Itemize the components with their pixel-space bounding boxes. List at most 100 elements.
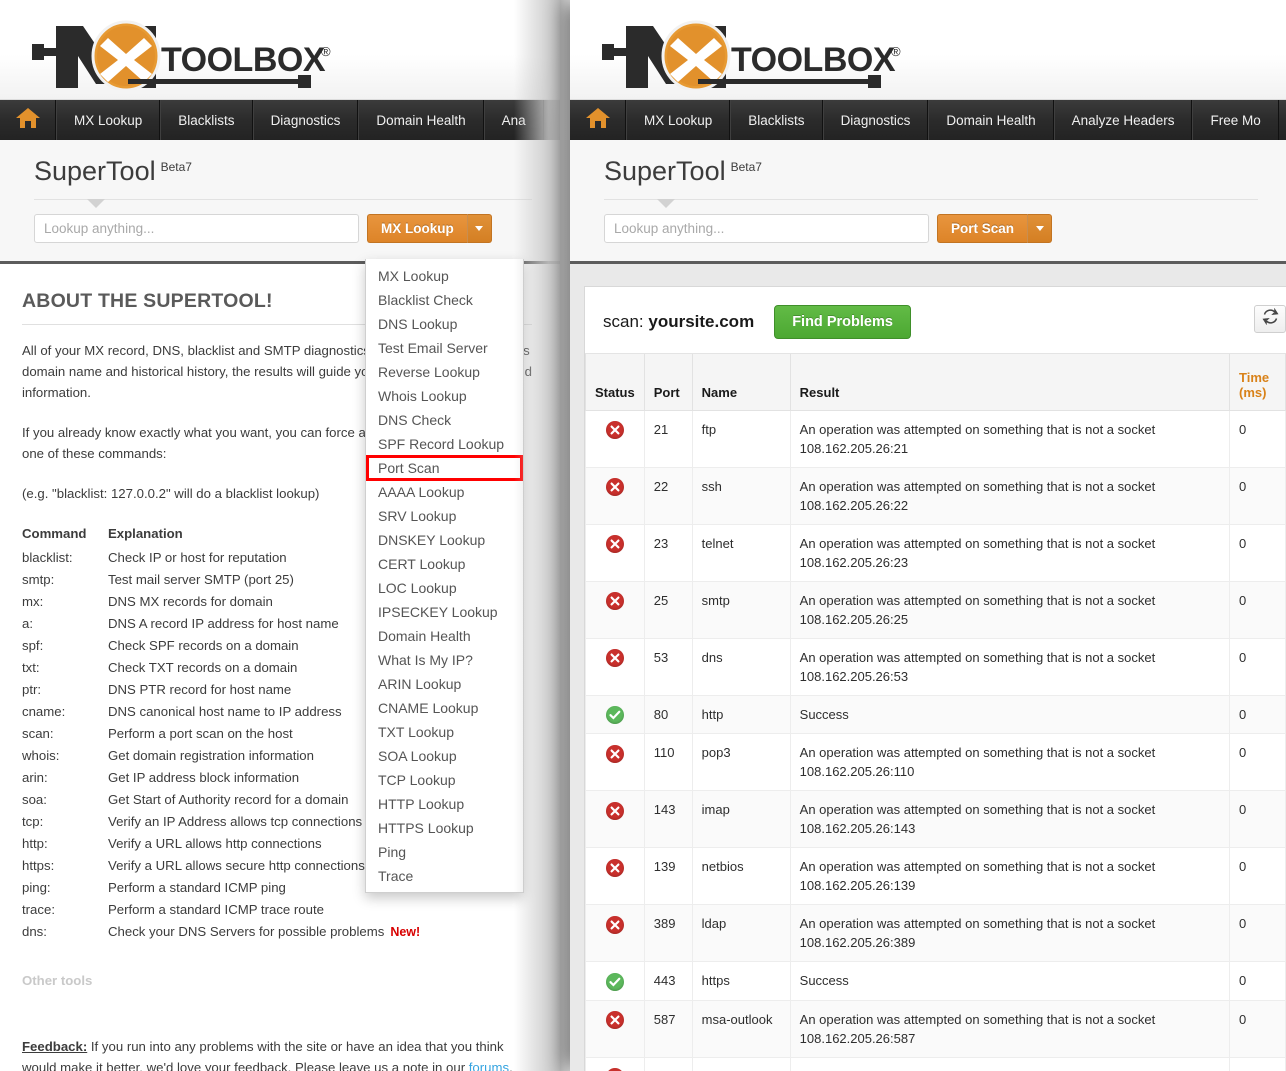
site-header-left: TOOLBOX ® <box>0 0 560 100</box>
result-message: An operation was attempted on something … <box>799 421 1156 437</box>
lookup-action-button[interactable]: MX Lookup <box>367 214 467 243</box>
result-cell: An operation was attempted on something … <box>789 523 1231 582</box>
nav-item-blacklists[interactable]: Blacklists <box>160 100 253 140</box>
nav-label: Analyze Headers <box>1071 112 1175 128</box>
table-row[interactable]: 53 dns An operation was attempted on somet… <box>585 637 1286 696</box>
dropdown-item-what-is-my-ip[interactable]: What Is My IP? <box>366 648 523 672</box>
dropdown-item-dns-check[interactable]: DNS Check <box>366 408 523 432</box>
main-navigation-left[interactable]: MX Lookup Blacklists Diagnostics Domain … <box>0 100 560 140</box>
feedback-block: Feedback: If you run into any problems w… <box>22 1036 532 1071</box>
table-row[interactable]: 143 imap An operation was attempted on som… <box>585 790 1286 849</box>
table-row[interactable]: 110 pop3 An operation was attempted on som… <box>585 733 1286 792</box>
result-cell: Success <box>789 961 1231 1001</box>
table-row[interactable]: 21 ftp An operation was attempted on somet… <box>585 409 1286 468</box>
result-endpoint: 108.162.205.26:23 <box>799 554 909 570</box>
home-icon <box>585 107 611 134</box>
port-scan-button[interactable]: Port Scan <box>937 214 1028 243</box>
command-row: dns: Check your DNS Servers for possible … <box>22 921 532 943</box>
command-name: trace: <box>22 902 55 917</box>
svg-text:TOOLBOX: TOOLBOX <box>161 41 326 79</box>
dropdown-item-soa-lookup[interactable]: SOA Lookup <box>366 744 523 768</box>
results-area: scan: yoursite.com Find Problems Status … <box>570 264 1286 1071</box>
dropdown-item-blacklist-check[interactable]: Blacklist Check <box>366 288 523 312</box>
beta-tag: Beta7 <box>730 160 762 174</box>
dropdown-item-mx-lookup[interactable]: MX Lookup <box>366 264 523 288</box>
dropdown-item-test-email-server[interactable]: Test Email Server <box>366 336 523 360</box>
dropdown-item-http-lookup[interactable]: HTTP Lookup <box>366 792 523 816</box>
result-message: Success <box>799 706 849 722</box>
dropdown-item-dnskey-lookup[interactable]: DNSKEY Lookup <box>366 528 523 552</box>
nav-item-mx-lookup[interactable]: MX Lookup <box>56 100 161 140</box>
result-message: An operation was attempted on something … <box>799 745 1156 761</box>
command-explanation: Check TXT records on a domain <box>108 660 298 675</box>
dropdown-item-cname-lookup[interactable]: CNAME Lookup <box>366 696 523 720</box>
nav-item-free-monitoring-right[interactable]: Free Mo <box>1192 100 1279 140</box>
lookup-dropdown-toggle[interactable] <box>466 214 492 243</box>
nav-item-mx-lookup-right[interactable]: MX Lookup <box>626 100 731 140</box>
nav-item-analyze-headers-right[interactable]: Analyze Headers <box>1053 100 1193 140</box>
dropdown-item-tcp-lookup[interactable]: TCP Lookup <box>366 768 523 792</box>
main-navigation-right[interactable]: MX Lookup Blacklists Diagnostics Domain … <box>570 100 1286 140</box>
status-cell <box>585 1056 645 1071</box>
table-row[interactable]: 139 netbios An operation was attempted on … <box>585 847 1286 906</box>
table-row[interactable]: 25 smtp An operation was attempted on some… <box>585 580 1286 639</box>
dropdown-item-https-lookup[interactable]: HTTPS Lookup <box>366 816 523 840</box>
result-cell: An operation was attempted on something … <box>789 733 1231 792</box>
dropdown-item-port-scan[interactable]: Port Scan <box>366 455 523 481</box>
dropdown-item-ping[interactable]: Ping <box>366 840 523 864</box>
dropdown-item-trace[interactable]: Trace <box>366 864 523 888</box>
dropdown-item-srv-lookup[interactable]: SRV Lookup <box>366 504 523 528</box>
table-row[interactable]: 389 ldap An operation was attempted on som… <box>585 904 1286 963</box>
lookup-button-group[interactable]: MX Lookup <box>367 214 492 243</box>
lookup-dropdown-toggle-right[interactable] <box>1027 214 1053 243</box>
command-explanation: Verify a URL allows http connections <box>108 836 322 851</box>
search-input[interactable] <box>34 214 359 243</box>
table-row[interactable]: 22 ssh An operation was attempted on somet… <box>585 466 1286 525</box>
time-cell: 0 <box>1229 580 1286 639</box>
time-cell: 0 <box>1229 999 1286 1058</box>
lookup-button-group-right[interactable]: Port Scan <box>937 214 1053 243</box>
nav-item-analyze-headers[interactable]: Ana <box>483 100 544 140</box>
nav-home-button-right[interactable] <box>570 100 626 140</box>
dropdown-item-loc-lookup[interactable]: LOC Lookup <box>366 576 523 600</box>
table-row[interactable]: 587 msa-outlook An operation was attempted… <box>585 999 1286 1058</box>
dropdown-item-whois-lookup[interactable]: Whois Lookup <box>366 384 523 408</box>
nav-item-blacklists-right[interactable]: Blacklists <box>730 100 823 140</box>
dropdown-item-aaaa-lookup[interactable]: AAAA Lookup <box>366 480 523 504</box>
mxtoolbox-logo[interactable]: TOOLBOX ® <box>28 16 338 90</box>
nav-item-domain-health[interactable]: Domain Health <box>358 100 484 140</box>
refresh-button[interactable] <box>1254 305 1286 333</box>
service-name-cell: dns <box>691 637 791 696</box>
table-row[interactable]: 23 telnet An operation was attempted on so… <box>585 523 1286 582</box>
result-endpoint: 108.162.205.26:22 <box>799 497 909 513</box>
nav-item-diagnostics[interactable]: Diagnostics <box>252 100 359 140</box>
dropdown-item-reverse-lookup[interactable]: Reverse Lookup <box>366 360 523 384</box>
svg-text:®: ® <box>891 44 901 59</box>
result-cell: An operation was attempted on something … <box>789 637 1231 696</box>
dropdown-item-domain-health[interactable]: Domain Health <box>366 624 523 648</box>
dropdown-item-cert-lookup[interactable]: CERT Lookup <box>366 552 523 576</box>
lookup-type-dropdown-menu[interactable]: MX Lookup Blacklist Check DNS Lookup Test E… <box>365 259 524 893</box>
nav-label: Blacklists <box>178 112 235 128</box>
mxtoolbox-logo-right[interactable]: TOOLBOX ® <box>598 16 908 90</box>
nav-label: Diagnostics <box>840 112 911 128</box>
feedback-text: If you run into any problems with the si… <box>22 1039 504 1071</box>
result-cell: An operation was attempted on something … <box>789 409 1231 468</box>
command-name: arin: <box>22 770 48 785</box>
window-gap-shadow <box>560 0 570 1071</box>
nav-item-diagnostics-right[interactable]: Diagnostics <box>822 100 929 140</box>
table-row[interactable]: 1352lotus notesAn operation was attempte… <box>585 1056 1286 1071</box>
dropdown-item-spf-record-lookup[interactable]: SPF Record Lookup <box>366 432 523 456</box>
forums-link[interactable]: forums <box>469 1060 509 1071</box>
table-row[interactable]: 80 http Success 0 <box>585 694 1286 735</box>
find-problems-button[interactable]: Find Problems <box>774 305 911 339</box>
nav-home-button[interactable] <box>0 100 56 140</box>
search-input-right[interactable] <box>604 214 929 243</box>
nav-item-domain-health-right[interactable]: Domain Health <box>928 100 1054 140</box>
dropdown-item-dns-lookup[interactable]: DNS Lookup <box>366 312 523 336</box>
table-row[interactable]: 443 https Success 0 <box>585 961 1286 1001</box>
result-cell: An operation was attempted on something … <box>789 790 1231 849</box>
dropdown-item-ipseckey-lookup[interactable]: IPSECKEY Lookup <box>366 600 523 624</box>
dropdown-item-arin-lookup[interactable]: ARIN Lookup <box>366 672 523 696</box>
dropdown-item-txt-lookup[interactable]: TXT Lookup <box>366 720 523 744</box>
